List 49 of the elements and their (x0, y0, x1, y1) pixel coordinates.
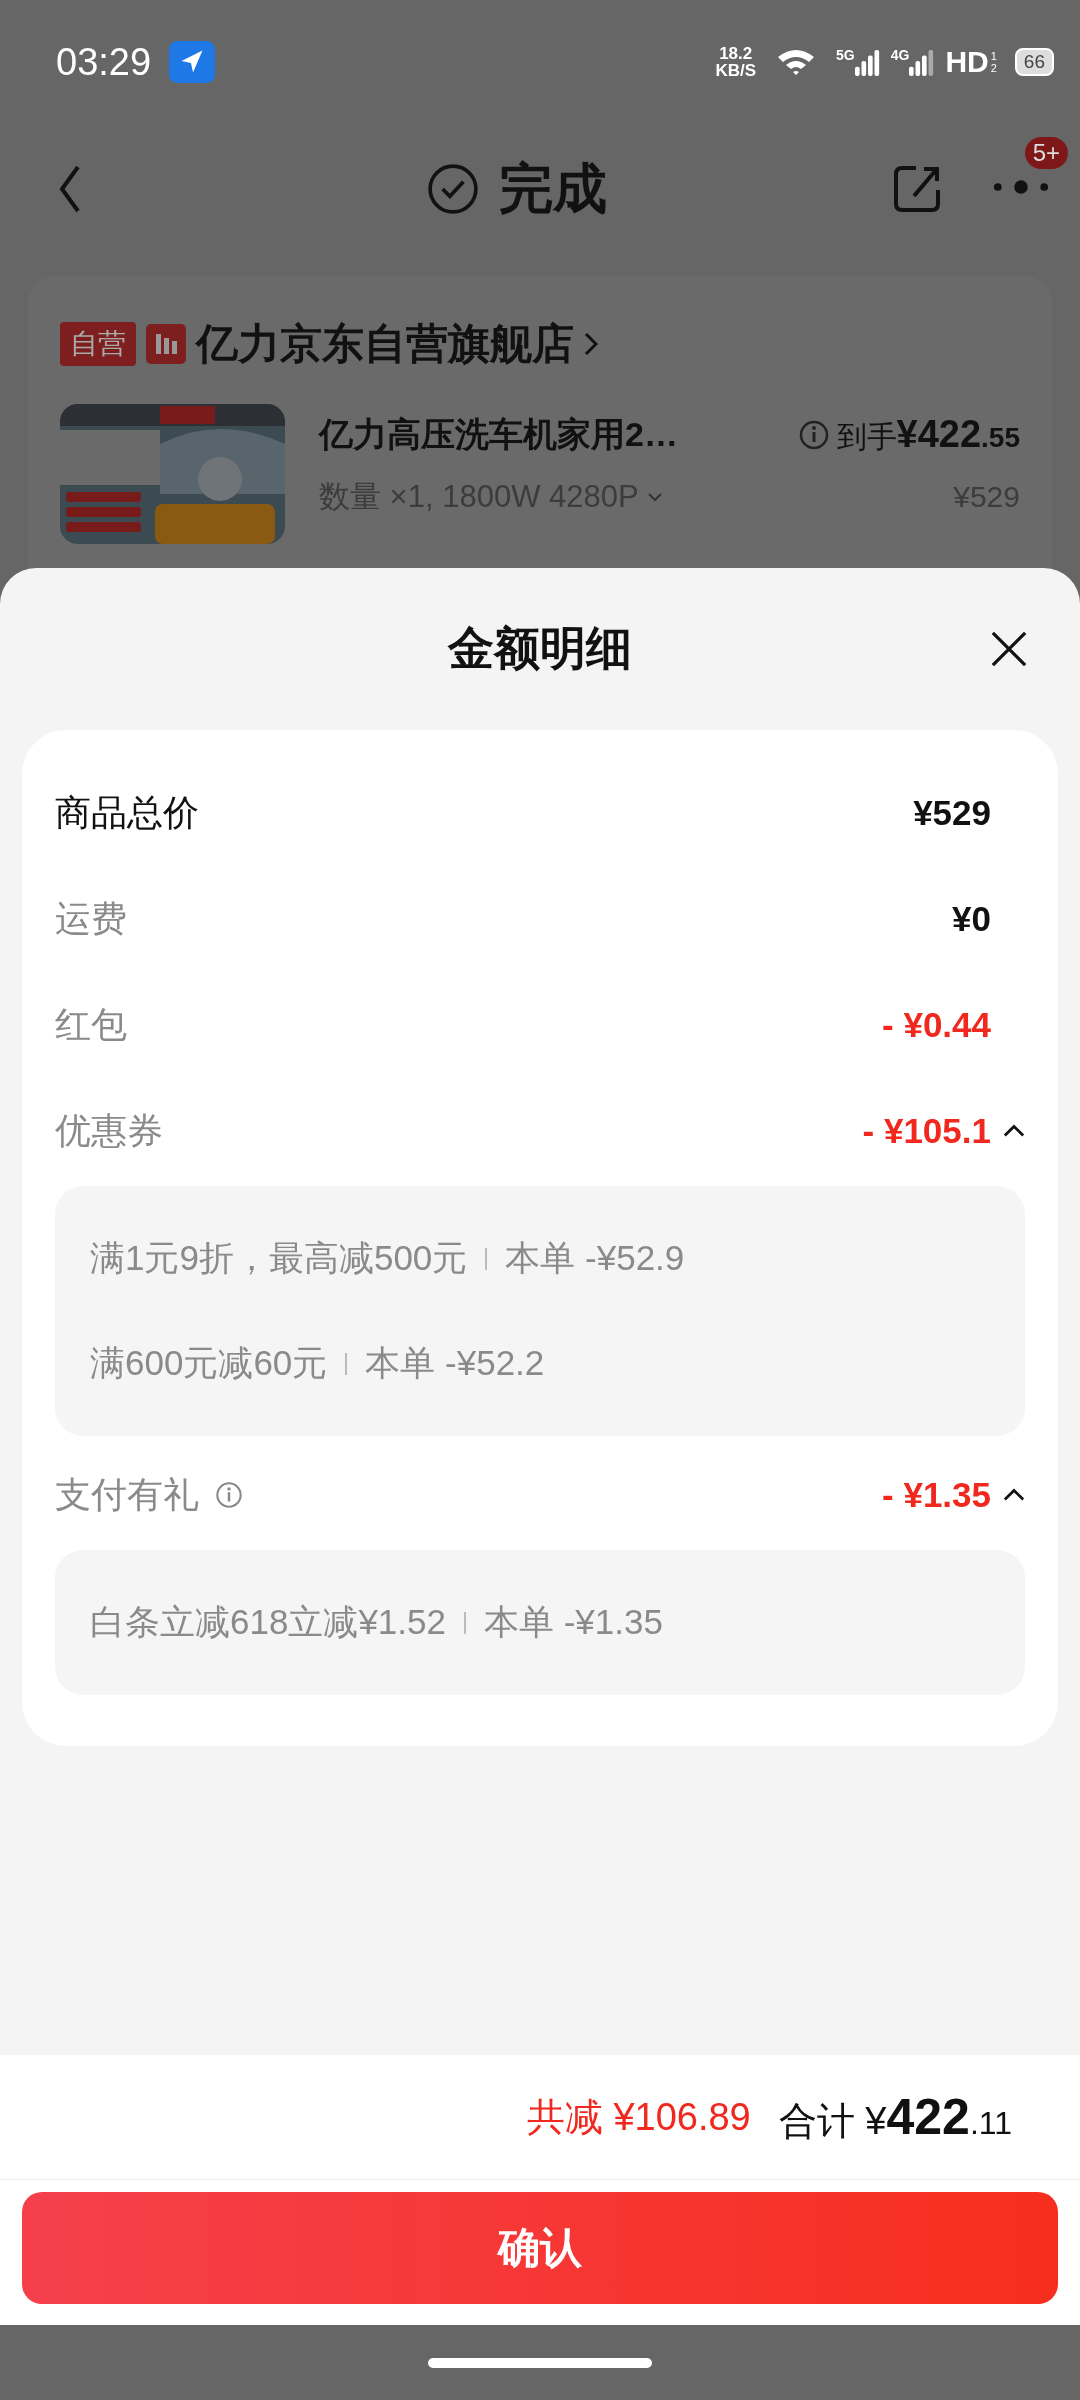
sim-number: 2 (990, 62, 997, 74)
more-icon[interactable] (992, 179, 1050, 195)
row-label: 优惠券 (55, 1108, 163, 1153)
notification-badge: 5+ (1024, 137, 1068, 169)
check-circle-icon (427, 163, 479, 215)
clock: 03:29 (56, 40, 152, 84)
discount-amount: 本单 -¥52.2 (365, 1342, 545, 1384)
discount-amount: 本单 -¥52.9 (505, 1237, 685, 1279)
row-label: 商品总价 (55, 790, 199, 835)
sim-number: 1 (990, 50, 997, 62)
store-name[interactable]: 亿力京东自营旗舰店 (196, 316, 574, 372)
total-amount: 合计 ¥422.11 (778, 2087, 1012, 2147)
discount-rule: 满600元减60元 (90, 1342, 328, 1384)
signal-icon (909, 47, 936, 77)
row-amount: ¥0 (952, 899, 991, 939)
final-price: 到手¥422.55 (836, 412, 1020, 457)
chevron-right-icon[interactable] (584, 332, 598, 356)
row-amount: - ¥105.1 (862, 1111, 991, 1151)
page-title: 完成 (499, 156, 607, 220)
network-type: 4G (890, 47, 910, 63)
row-label: 支付有礼 (55, 1472, 199, 1517)
row-amount: - ¥0.44 (882, 1005, 991, 1045)
total-saved: 共减 ¥106.89 (526, 2094, 751, 2140)
share-icon[interactable] (892, 164, 942, 214)
caret-down-icon[interactable] (646, 492, 663, 502)
discount-rule: 满1元9折，最高减500元 (90, 1237, 468, 1279)
network-speed: 18.2 KB/S (715, 45, 756, 79)
info-icon[interactable] (215, 1481, 243, 1509)
row-amount: ¥529 (913, 793, 991, 833)
row-label: 运费 (55, 896, 127, 941)
info-icon[interactable] (798, 420, 829, 450)
close-icon[interactable] (990, 630, 1028, 668)
network-type: 5G (836, 47, 855, 63)
caret-up-icon[interactable] (1003, 1488, 1025, 1502)
back-icon[interactable] (58, 164, 82, 214)
discount-amount: 本单 -¥1.35 (484, 1601, 663, 1643)
sheet-title: 金额明细 (448, 621, 632, 676)
row-amount: - ¥1.35 (882, 1475, 991, 1515)
home-indicator[interactable] (428, 2357, 652, 2368)
product-title: 亿力高压洗车机家用2… (319, 414, 679, 455)
store-icon (146, 324, 186, 364)
store-tag: 自营 (60, 322, 136, 366)
discount-rule: 白条立减618立减¥1.52 (90, 1601, 446, 1643)
confirm-button[interactable]: 确认 (22, 2192, 1058, 2304)
hd-voice-label: HD (945, 45, 989, 79)
signal-icon (854, 47, 881, 77)
row-label: 红包 (55, 1002, 127, 1047)
battery-level: 66 (1014, 48, 1054, 76)
caret-up-icon[interactable] (1003, 1124, 1025, 1138)
